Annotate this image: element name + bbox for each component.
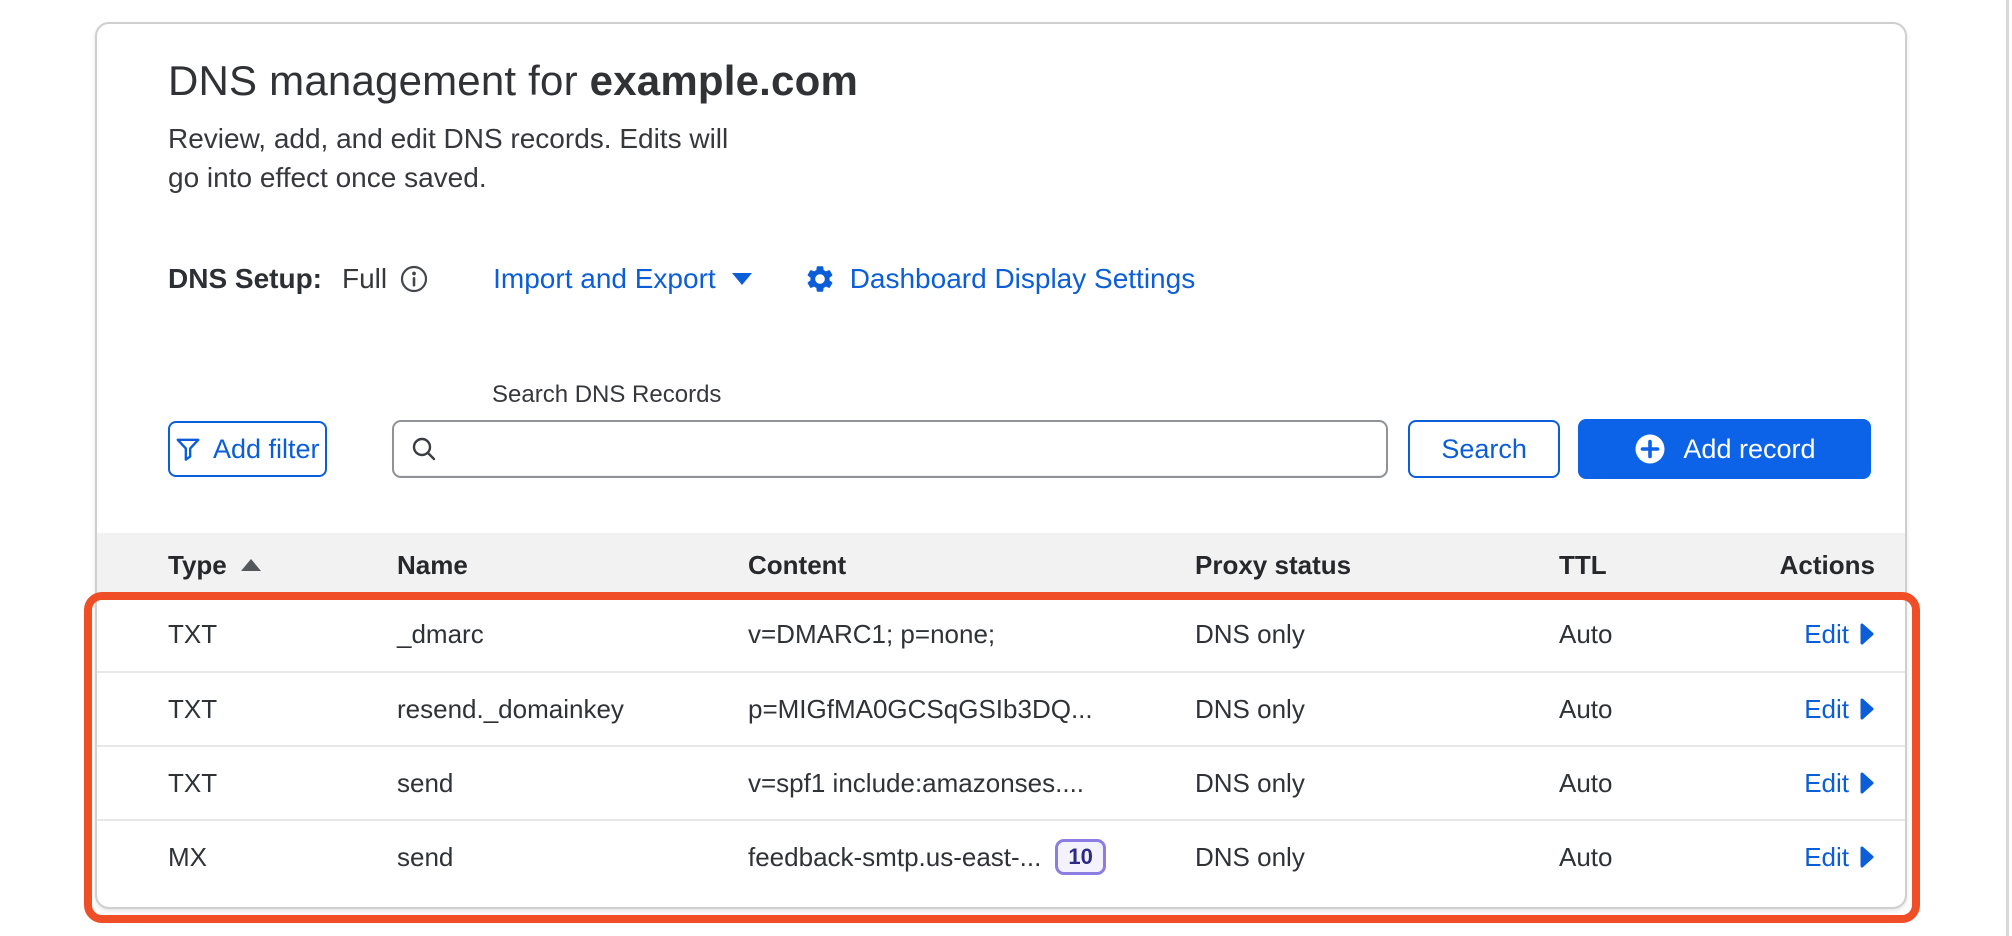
record-ttl: Auto xyxy=(1559,619,1758,650)
dns-setup-label: DNS Setup: xyxy=(168,263,322,295)
dns-records-table: Type Name Content Proxy status TTL Actio… xyxy=(97,533,1905,907)
dashboard-display-settings-label: Dashboard Display Settings xyxy=(850,263,1196,295)
domain-name: example.com xyxy=(590,57,858,104)
description-line-2: go into effect once saved. xyxy=(168,162,487,193)
chevron-down-icon xyxy=(732,273,752,285)
info-icon[interactable] xyxy=(399,264,429,294)
record-ttl: Auto xyxy=(1559,694,1758,725)
search-icon xyxy=(410,435,438,463)
record-content-text: p=MIGfMA0GCSqGSIb3DQ... xyxy=(748,694,1093,725)
search-label: Search DNS Records xyxy=(492,381,1871,409)
table-header-row: Type Name Content Proxy status TTL Actio… xyxy=(97,533,1905,597)
record-content-text: v=spf1 include:amazonses.... xyxy=(748,768,1084,799)
record-type: TXT xyxy=(168,694,397,725)
column-header-proxy-status[interactable]: Proxy status xyxy=(1195,550,1559,581)
chevron-right-icon xyxy=(1859,845,1875,869)
page-right-edge-divider xyxy=(2006,0,2009,936)
record-content: v=DMARC1; p=none; xyxy=(748,619,1195,650)
add-filter-button[interactable]: Add filter xyxy=(168,421,327,477)
record-content: p=MIGfMA0GCSqGSIb3DQ... xyxy=(748,694,1195,725)
column-header-name[interactable]: Name xyxy=(397,550,748,581)
table-row: TXT _dmarc v=DMARC1; p=none; DNS only Au… xyxy=(97,597,1905,671)
chevron-right-icon xyxy=(1859,697,1875,721)
record-content-text: v=DMARC1; p=none; xyxy=(748,619,995,650)
record-name: send xyxy=(397,768,748,799)
record-name: _dmarc xyxy=(397,619,748,650)
edit-label: Edit xyxy=(1804,694,1849,725)
import-export-link[interactable]: Import and Export xyxy=(493,263,752,295)
record-ttl: Auto xyxy=(1559,842,1758,873)
add-filter-label: Add filter xyxy=(213,434,320,465)
table-row: MX send feedback-smtp.us-east-... 10 DNS… xyxy=(97,819,1905,893)
mx-priority-badge: 10 xyxy=(1055,839,1105,875)
edit-record-link[interactable]: Edit xyxy=(1804,842,1875,873)
search-button[interactable]: Search xyxy=(1408,420,1560,478)
record-name: resend._domainkey xyxy=(397,694,748,725)
dns-management-card: DNS management for example.com Review, a… xyxy=(95,22,1907,909)
chevron-right-icon xyxy=(1859,771,1875,795)
column-header-content[interactable]: Content xyxy=(748,550,1195,581)
page-description: Review, add, and edit DNS records. Edits… xyxy=(168,119,1871,197)
edit-label: Edit xyxy=(1804,842,1849,873)
record-type: TXT xyxy=(168,768,397,799)
edit-record-link[interactable]: Edit xyxy=(1804,619,1875,650)
sort-ascending-icon xyxy=(241,559,261,571)
chevron-right-icon xyxy=(1859,622,1875,646)
record-type: TXT xyxy=(168,619,397,650)
record-proxy-status: DNS only xyxy=(1195,694,1559,725)
record-content: feedback-smtp.us-east-... 10 xyxy=(748,839,1195,875)
page-title-prefix: DNS management for xyxy=(168,57,590,104)
record-ttl: Auto xyxy=(1559,768,1758,799)
column-header-actions: Actions xyxy=(1758,550,1875,581)
edit-label: Edit xyxy=(1804,768,1849,799)
dns-setup-value: Full xyxy=(342,263,387,295)
add-record-label: Add record xyxy=(1683,434,1815,465)
edit-record-link[interactable]: Edit xyxy=(1804,768,1875,799)
dashboard-display-settings-link[interactable]: Dashboard Display Settings xyxy=(804,263,1196,295)
add-record-button[interactable]: Add record xyxy=(1578,419,1871,479)
column-header-ttl[interactable]: TTL xyxy=(1559,550,1758,581)
record-type: MX xyxy=(168,842,397,873)
record-content: v=spf1 include:amazonses.... xyxy=(748,768,1195,799)
plus-circle-icon xyxy=(1633,432,1667,466)
edit-label: Edit xyxy=(1804,619,1849,650)
column-header-type[interactable]: Type xyxy=(168,550,397,581)
table-row: TXT resend._domainkey p=MIGfMA0GCSqGSIb3… xyxy=(97,671,1905,745)
record-proxy-status: DNS only xyxy=(1195,768,1559,799)
record-name: send xyxy=(397,842,748,873)
record-content-text: feedback-smtp.us-east-... xyxy=(748,842,1041,873)
page-title: DNS management for example.com xyxy=(168,57,1871,105)
table-body: TXT _dmarc v=DMARC1; p=none; DNS only Au… xyxy=(97,597,1905,893)
filter-funnel-icon xyxy=(175,436,201,462)
search-input[interactable] xyxy=(450,422,1371,476)
record-proxy-status: DNS only xyxy=(1195,842,1559,873)
gear-icon xyxy=(804,263,836,295)
dns-setup-row: DNS Setup: Full Import and Export xyxy=(168,263,1871,295)
toolbar: Search DNS Records Add filter xyxy=(168,381,1871,479)
description-line-1: Review, add, and edit DNS records. Edits… xyxy=(168,123,728,154)
search-input-container[interactable] xyxy=(392,420,1389,478)
import-export-label: Import and Export xyxy=(493,263,716,295)
table-row: TXT send v=spf1 include:amazonses.... DN… xyxy=(97,745,1905,819)
edit-record-link[interactable]: Edit xyxy=(1804,694,1875,725)
record-proxy-status: DNS only xyxy=(1195,619,1559,650)
